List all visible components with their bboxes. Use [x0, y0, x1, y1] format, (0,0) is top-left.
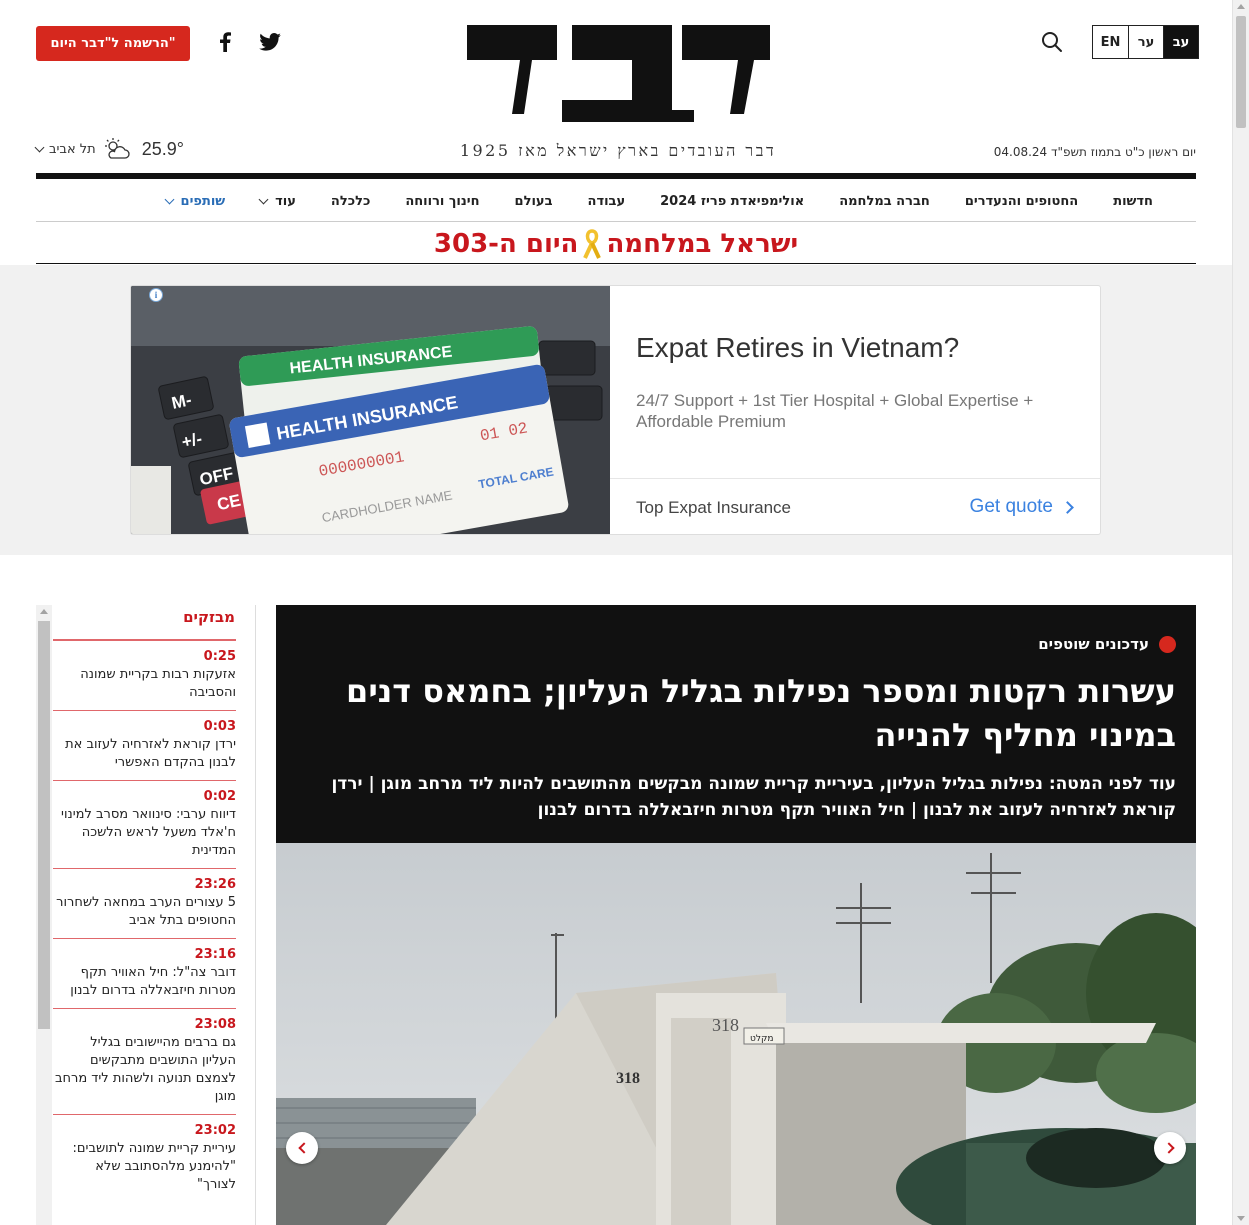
ticker-item[interactable]: 23:16 דובר צה"ל: חיל האוויר תקף מטרות חי… — [53, 938, 236, 1008]
facebook-icon[interactable] — [213, 30, 237, 54]
ticker-text[interactable]: דובר צה"ל: חיל האוויר תקף מטרות חיזבאללה… — [53, 964, 236, 1000]
lang-hebrew[interactable]: עב — [1163, 26, 1198, 58]
nav-labor[interactable]: עבודה — [588, 194, 626, 209]
ticker-text[interactable]: ירדן קוראת לאזרחיה לעזוב את לבנון בהקדם … — [53, 736, 236, 772]
carousel-prev-button[interactable] — [286, 1132, 318, 1164]
live-dot-icon — [1159, 635, 1176, 653]
nav-society-war[interactable]: חברה במלחמה — [839, 194, 930, 209]
nav-partners[interactable]: שותפים — [164, 194, 225, 209]
carousel-next-button[interactable] — [1154, 1132, 1186, 1164]
ticker-time: 23:16 — [194, 947, 236, 962]
ticker-item[interactable]: 0:03 ירדן קוראת לאזרחיה לעזוב את לבנון ב… — [53, 710, 236, 780]
ad-footer[interactable]: Top Expat Insurance Get quote — [610, 478, 1100, 534]
war-day-counter: היום ה-303 — [433, 228, 579, 259]
war-banner-title: ישראל במלחמה — [606, 228, 799, 259]
search-icon[interactable] — [1040, 30, 1064, 54]
header-divider — [36, 173, 1196, 179]
scroll-up-arrow[interactable] — [1237, 4, 1245, 9]
svg-text:318: 318 — [712, 1015, 739, 1035]
ticker-time: 23:26 — [194, 877, 236, 892]
ticker-item[interactable]: 23:26 5 עצורים הערב במחאה לשחרור החטופים… — [53, 868, 236, 938]
ad-info-icon[interactable]: i — [149, 288, 163, 302]
war-banner[interactable]: ישראל במלחמה היום ה-303 — [36, 224, 1196, 264]
nav-economy[interactable]: כלכלה — [331, 194, 370, 209]
svg-text:מקלט: מקלט — [750, 1034, 773, 1044]
chevron-down-icon — [258, 194, 269, 205]
ticker-title: מבזקים — [183, 608, 235, 626]
hero-subtitle[interactable]: עוד לפני המטה: נפילות בגליל העליון, בעיר… — [296, 771, 1176, 823]
lang-english[interactable]: EN — [1093, 26, 1128, 58]
nav-olympics[interactable]: אולימפיאדת פריז 2024 — [660, 194, 804, 209]
ticker-text[interactable]: אזעקות רבות בקריית שמונה והסביבה — [53, 666, 236, 702]
subscribe-button[interactable]: הרשמה ל"דבר היום" — [36, 26, 190, 61]
ad-card[interactable]: M- +/- OFF CE HEALTH INSURANCE HEALTH IN… — [130, 285, 1101, 535]
ticker-item[interactable]: 0:25 אזעקות רבות בקריית שמונה והסביבה — [53, 639, 236, 710]
ticker-time: 0:02 — [203, 789, 236, 804]
ad-description[interactable]: 24/7 Support + 1st Tier Hospital + Globa… — [636, 390, 1066, 432]
ad-advertiser[interactable]: Top Expat Insurance — [636, 498, 791, 518]
ticker-item[interactable]: 23:02 עיריית קריית שמונה לתושבים: "להימנ… — [53, 1114, 236, 1202]
svg-text:M-: M- — [170, 390, 193, 413]
chevron-right-icon — [1061, 500, 1074, 514]
ad-image[interactable]: M- +/- OFF CE HEALTH INSURANCE HEALTH IN… — [131, 286, 610, 534]
nav-hostages[interactable]: החטופים והנעדרים — [965, 194, 1078, 209]
twitter-icon[interactable] — [258, 30, 282, 54]
scroll-thumb[interactable] — [38, 621, 50, 1029]
ticker-item[interactable]: 23:08 גם ברבים מהיישובים בגליל העליון הת… — [53, 1008, 236, 1114]
scroll-thumb[interactable] — [1236, 16, 1246, 128]
hero-article: עדכונים שוטפים עשרות רקטות ומספר נפילות … — [276, 605, 1196, 1225]
ad-cta-button[interactable]: Get quote — [970, 496, 1074, 518]
partly-cloudy-icon — [104, 138, 130, 159]
ticker-time: 0:25 — [203, 649, 236, 664]
breaking-news-sidebar: מבזקים 0:25 אזעקות רבות בקריית שמונה והס… — [36, 605, 256, 1225]
chevron-down-icon — [164, 194, 174, 205]
chevron-right-icon — [1162, 1142, 1175, 1154]
scroll-up-arrow[interactable] — [40, 609, 48, 614]
site-tagline: דבר העובדים בארץ ישראל מאז 1925 — [459, 141, 777, 160]
davar-logo[interactable] — [462, 22, 772, 122]
weather-city: תל אביב — [49, 141, 96, 157]
nav-more[interactable]: עוד — [258, 194, 296, 209]
ticker-time: 23:08 — [194, 1017, 236, 1032]
lang-arabic[interactable]: ער — [1128, 26, 1163, 58]
ticker-scrollbar[interactable] — [36, 605, 52, 1225]
ticker-list: 0:25 אזעקות רבות בקריית שמונה והסביבה 0:… — [53, 639, 236, 1202]
hero-headline[interactable]: עשרות רקטות ומספר נפילות בגליל העליון; ב… — [296, 669, 1176, 757]
hero-photo[interactable]: 318 318 מקלט — [276, 843, 1196, 1225]
hero-kicker: עדכונים שוטפים — [1038, 635, 1176, 653]
ticker-text[interactable]: עיריית קריית שמונה לתושבים: "להימנע מלהס… — [53, 1140, 236, 1194]
scroll-down-arrow[interactable] — [1237, 1216, 1245, 1221]
current-date: יום ראשון כ"ט בתמוז תשפ"ד 04.08.24 — [993, 145, 1196, 159]
ticker-item[interactable]: 0:02 דיווח ערבי: סינוואר מסרב למינוי ח'א… — [53, 780, 236, 868]
weather-widget[interactable]: תל אביב 25.9° — [34, 138, 184, 160]
weather-temperature: 25.9° — [141, 138, 184, 159]
svg-text:318: 318 — [616, 1070, 640, 1087]
ticker-time: 23:02 — [194, 1123, 236, 1138]
chevron-left-icon — [297, 1142, 310, 1154]
main-nav: חדשות החטופים והנעדרים חברה במלחמה אולימ… — [36, 182, 1196, 222]
nav-news[interactable]: חדשות — [1113, 194, 1153, 209]
ticker-text[interactable]: דיווח ערבי: סינוואר מסרב למינוי ח'אלד מש… — [53, 806, 236, 860]
page-scrollbar[interactable] — [1232, 0, 1249, 1225]
ticker-text[interactable]: גם ברבים מהיישובים בגליל העליון התושבים … — [53, 1034, 236, 1106]
ticker-time: 0:03 — [203, 719, 236, 734]
nav-world[interactable]: בעולם — [515, 194, 553, 209]
chevron-down-icon — [34, 142, 45, 152]
ticker-text[interactable]: 5 עצורים הערב במחאה לשחרור החטופים בתל א… — [53, 894, 236, 930]
nav-education[interactable]: חינוך ורווחה — [405, 194, 479, 209]
yellow-ribbon-icon — [583, 228, 602, 259]
language-switcher: EN ער עב — [1092, 25, 1199, 59]
ad-title[interactable]: Expat Retires in Vietnam? — [636, 332, 959, 364]
